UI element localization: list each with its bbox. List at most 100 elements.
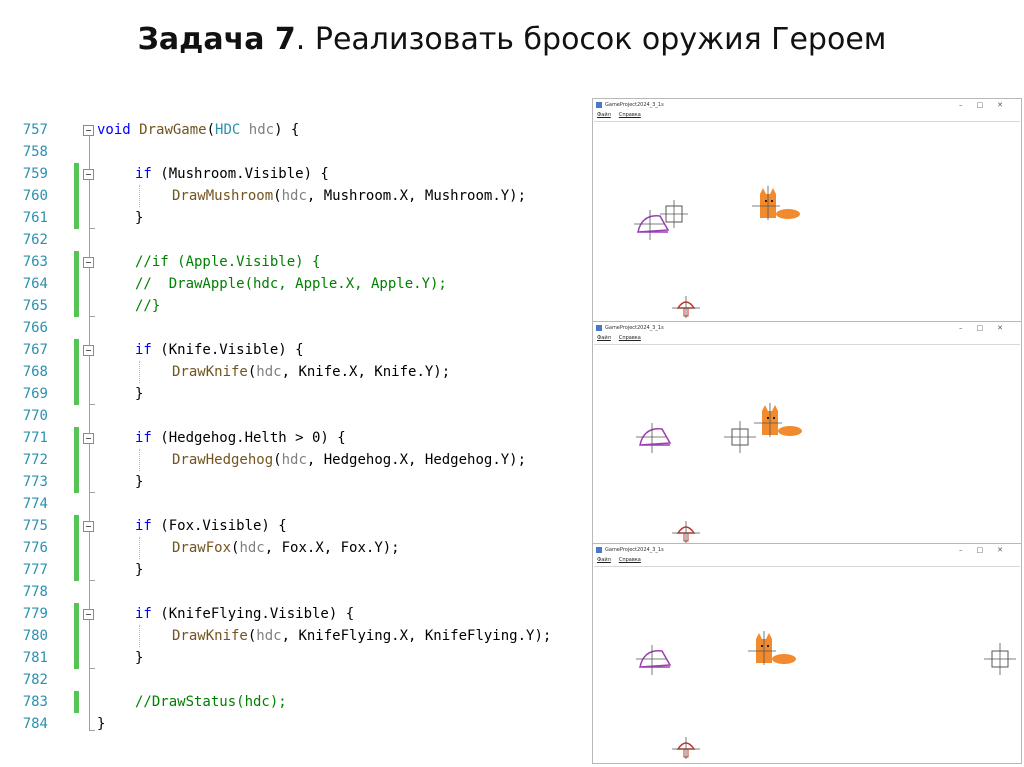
change-bar	[74, 427, 79, 493]
change-bar	[74, 251, 79, 317]
menu-help[interactable]: Справка	[619, 112, 641, 118]
fox-sprite	[748, 631, 796, 665]
line-number: 771	[22, 430, 48, 446]
menu-bar: Файл Справка	[597, 112, 649, 118]
line-number: 765	[22, 298, 48, 314]
code-text: }	[97, 716, 106, 732]
code-text: DrawHedgehog(hdc, Hedgehog.X, Hedgehog.Y…	[172, 452, 527, 468]
menu-file[interactable]: Файл	[597, 335, 611, 341]
menu-file[interactable]: Файл	[597, 112, 611, 118]
scene-svg	[636, 403, 802, 543]
indent-guide	[139, 625, 140, 647]
collapse-icon[interactable]	[83, 521, 94, 532]
line-number: 758	[22, 144, 48, 160]
window-title: GameProject2024_3_1s	[605, 102, 664, 108]
line-number: 760	[22, 188, 48, 204]
code-text: }	[135, 562, 144, 578]
code-comment: //if (Apple.Visible) {	[135, 254, 321, 270]
scene-svg	[636, 631, 1016, 759]
title-task-number: Задача 7	[137, 22, 296, 57]
line-number: 775	[22, 518, 48, 534]
collapse-icon[interactable]	[83, 433, 94, 444]
indent-guide	[139, 361, 140, 383]
game-canvas[interactable]	[594, 121, 1020, 320]
code-text: void DrawGame(HDC hdc) {	[97, 122, 300, 138]
fox-sprite	[754, 403, 802, 437]
window-controls[interactable]: –□✕	[959, 544, 1017, 556]
line-number: 766	[22, 320, 48, 336]
line-number: 782	[22, 672, 48, 688]
line-number: 773	[22, 474, 48, 490]
code-comment: //}	[135, 298, 161, 314]
code-editor: 757 758 759 760 761 762 763 764 765 766 …	[0, 119, 595, 739]
code-text: }	[135, 210, 144, 226]
collapse-icon[interactable]	[83, 125, 94, 136]
knife-crosshair	[724, 421, 756, 453]
code-text: DrawFox(hdc, Fox.X, Fox.Y);	[172, 540, 400, 556]
window-title: GameProject2024_3_1s	[605, 325, 664, 331]
line-number: 778	[22, 584, 48, 600]
collapse-icon[interactable]	[83, 609, 94, 620]
line-number: 767	[22, 342, 48, 358]
menu-bar: Файл Справка	[597, 335, 649, 341]
code-text: }	[135, 474, 144, 490]
line-number: 764	[22, 276, 48, 292]
indent-guide	[139, 537, 140, 559]
app-icon	[596, 547, 602, 553]
hedgehog-sprite	[636, 645, 672, 675]
collapse-icon[interactable]	[83, 257, 94, 268]
game-window[interactable]: GameProject2024_3_1s –□✕ Файл Справка	[592, 321, 1022, 545]
window-controls[interactable]: –□✕	[959, 99, 1017, 111]
mushroom-sprite	[672, 737, 700, 759]
window-titlebar[interactable]: GameProject2024_3_1s –□✕	[593, 322, 1021, 334]
line-number: 762	[22, 232, 48, 248]
line-number: 777	[22, 562, 48, 578]
fold-end-tick	[89, 316, 95, 317]
indent-guide	[139, 185, 140, 207]
code-text: }	[135, 650, 144, 666]
code-text: if (Hedgehog.Helth > 0) {	[135, 430, 346, 446]
code-comment: // DrawApple(hdc, Apple.X, Apple.Y);	[135, 276, 447, 292]
line-number: 779	[22, 606, 48, 622]
code-text: if (Knife.Visible) {	[135, 342, 304, 358]
line-number: 769	[22, 386, 48, 402]
window-titlebar[interactable]: GameProject2024_3_1s –□✕	[593, 99, 1021, 111]
menu-file[interactable]: Файл	[597, 557, 611, 563]
line-number: 768	[22, 364, 48, 380]
code-text: if (Mushroom.Visible) {	[135, 166, 329, 182]
change-bar	[74, 163, 79, 229]
change-bar	[74, 691, 79, 713]
menu-help[interactable]: Справка	[619, 557, 641, 563]
app-icon	[596, 102, 602, 108]
fold-end-tick	[89, 404, 95, 405]
title-task-text: . Реализовать бросок оружия Героем	[295, 22, 887, 57]
scene-svg	[634, 186, 800, 318]
fox-sprite	[752, 186, 800, 220]
line-number: 757	[22, 122, 48, 138]
line-number: 776	[22, 540, 48, 556]
change-bar	[74, 603, 79, 669]
menu-help[interactable]: Справка	[619, 335, 641, 341]
game-canvas[interactable]	[594, 344, 1020, 543]
code-text: if (Fox.Visible) {	[135, 518, 287, 534]
indent-guide	[139, 449, 140, 471]
code-text: if (KnifeFlying.Visible) {	[135, 606, 355, 622]
game-canvas[interactable]	[594, 566, 1020, 762]
change-bar	[74, 339, 79, 405]
code-text: DrawKnife(hdc, Knife.X, Knife.Y);	[172, 364, 451, 380]
game-window[interactable]: GameProject2024_3_1s –□✕ Файл Справка	[592, 543, 1022, 764]
change-bar	[74, 515, 79, 581]
hedgehog-sprite	[636, 423, 672, 453]
game-window[interactable]: GameProject2024_3_1s –□✕ Файл Справка	[592, 98, 1022, 322]
window-titlebar[interactable]: GameProject2024_3_1s –□✕	[593, 544, 1021, 556]
collapse-icon[interactable]	[83, 345, 94, 356]
fold-end-tick	[89, 492, 95, 493]
slide-title: Задача 7. Реализовать бросок оружия Геро…	[0, 22, 1024, 57]
fold-end-tick	[89, 228, 95, 229]
window-controls[interactable]: –□✕	[959, 322, 1017, 334]
fold-end-tick	[89, 730, 95, 731]
line-number: 780	[22, 628, 48, 644]
line-number: 761	[22, 210, 48, 226]
knife-crosshair	[984, 643, 1016, 675]
collapse-icon[interactable]	[83, 169, 94, 180]
